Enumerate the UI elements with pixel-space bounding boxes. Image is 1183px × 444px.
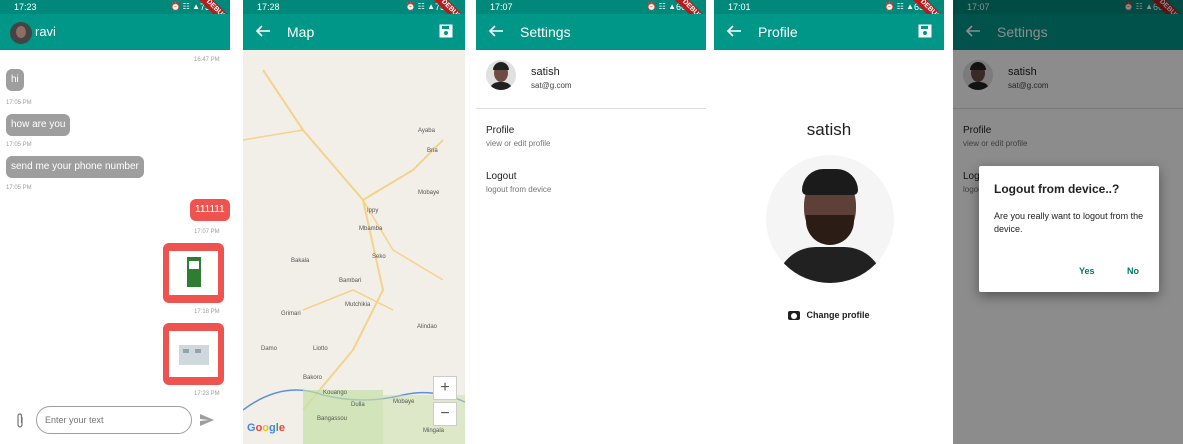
map-label: Mobaye: [393, 399, 415, 405]
profile-photo[interactable]: [766, 155, 894, 283]
status-bar: 17:28 ⏰ ☷ ▲ 75% DEBUG: [243, 0, 465, 35]
page-title: Map: [287, 24, 315, 40]
zoom-out-button[interactable]: −: [433, 402, 457, 426]
map-label: Mingala: [423, 428, 445, 434]
message-time: 17:23 PM: [194, 391, 220, 397]
message-input[interactable]: Enter your text: [36, 406, 192, 434]
signal-icons: ⏰ ☷ ▲: [405, 2, 436, 11]
image-message[interactable]: [163, 243, 224, 303]
message-time: 17:18 PM: [194, 309, 220, 315]
chat-title: ravi: [35, 24, 56, 39]
map-label: Liotto: [313, 346, 328, 352]
dialog-title: Logout from device..?: [994, 182, 1120, 196]
map-label: Mutchikia: [345, 302, 371, 308]
map-label: Bambari: [339, 278, 362, 284]
logout-dialog-screen: 17:07 ⏰ ☷ ▲ 66% DEBUG Settings satish sa…: [953, 0, 1183, 444]
back-arrow-icon[interactable]: [726, 23, 742, 39]
message-time: 17:05 PM: [6, 142, 32, 148]
save-icon[interactable]: [439, 24, 453, 38]
back-arrow-icon[interactable]: [488, 23, 504, 39]
settings-item-title: Profile: [486, 125, 515, 136]
incoming-message[interactable]: how are you: [6, 114, 71, 136]
map-label: Bakoro: [303, 375, 323, 381]
message-time: 17:05 PM: [6, 185, 32, 191]
chat-screen: 17:23 ⏰ ☷ ▲ 73% DEBUG ravi 16:47 PM hi 1…: [0, 0, 230, 444]
map-appbar: Map: [243, 14, 465, 50]
settings-item-title: Logout: [486, 171, 517, 182]
status-time: 17:23: [14, 2, 37, 12]
map-label: Bakala: [291, 258, 310, 264]
settings-item-subtitle: view or edit profile: [486, 139, 551, 148]
map-view[interactable]: Ayaba Bria Ippy Bakala Bambari Seko Grim…: [243, 50, 465, 444]
user-email: sat@g.com: [531, 81, 572, 90]
chat-appbar: ravi: [0, 14, 230, 50]
map-label: Kouango: [323, 390, 348, 396]
outgoing-message[interactable]: 111111: [190, 199, 230, 221]
map-label: Dulla: [351, 402, 365, 408]
settings-screen: 17:07 ⏰ ☷ ▲ 66% DEBUG Settings satish sa…: [476, 0, 706, 444]
status-time: 17:28: [257, 2, 280, 12]
incoming-message[interactable]: hi: [6, 69, 24, 91]
message-time: 16:47 PM: [194, 57, 220, 63]
settings-item-profile[interactable]: Profile view or edit profile: [476, 118, 706, 158]
signal-icons: ⏰ ☷ ▲: [170, 2, 201, 11]
profile-name: satish: [806, 120, 852, 139]
message-time: 17:07 PM: [194, 229, 220, 235]
status-time: 17:07: [490, 2, 513, 12]
map-label: Grimari: [281, 311, 301, 317]
user-name: satish: [531, 66, 560, 78]
map-label: Bangassou: [317, 416, 348, 422]
map-label: Damo: [261, 346, 278, 352]
status-time: 17:01: [728, 2, 751, 12]
map-label: Ippy: [367, 208, 379, 214]
send-icon[interactable]: [200, 414, 214, 426]
logout-dialog: Logout from device..? Are you really wan…: [979, 166, 1159, 292]
message-time: 17:05 PM: [6, 100, 32, 106]
change-profile-button[interactable]: Change profile: [714, 310, 944, 321]
status-bar: 17:01 ⏰ ☷ ▲ 63% DEBUG: [714, 0, 944, 35]
yes-button[interactable]: Yes: [1079, 266, 1095, 276]
image-message[interactable]: [163, 323, 224, 385]
product-image: [169, 251, 218, 295]
change-profile-label: Change profile: [806, 310, 870, 320]
status-bar: 17:07 ⏰ ☷ ▲ 66% DEBUG: [476, 0, 706, 35]
building-image: [169, 331, 218, 377]
incoming-message[interactable]: send me your phone number: [6, 156, 144, 178]
signal-icons: ⏰ ☷ ▲: [884, 2, 915, 11]
map-label: Alindao: [417, 324, 438, 330]
back-arrow-icon[interactable]: [255, 23, 271, 39]
save-icon[interactable]: [918, 24, 932, 38]
dialog-message: Are you really want to logout from the d…: [994, 211, 1144, 234]
camera-icon: [788, 311, 801, 321]
avatar: [486, 60, 516, 90]
settings-appbar: Settings: [476, 14, 706, 50]
page-title: Profile: [758, 24, 798, 40]
attach-icon[interactable]: [14, 413, 26, 429]
map-label: Ayaba: [418, 128, 435, 134]
settings-item-logout[interactable]: Logout logout from device: [476, 164, 706, 204]
avatar[interactable]: [10, 22, 32, 44]
no-button[interactable]: No: [1127, 266, 1139, 276]
profile-screen: 17:01 ⏰ ☷ ▲ 63% DEBUG Profile satish Cha…: [714, 0, 944, 444]
map-screen: 17:28 ⏰ ☷ ▲ 75% DEBUG Map Ayaba Bria Ipp…: [243, 0, 465, 444]
settings-item-subtitle: logout from device: [486, 185, 552, 194]
signal-icons: ⏰ ☷ ▲: [646, 2, 677, 11]
google-logo: Google: [247, 422, 285, 434]
map-label: Bria: [427, 148, 438, 154]
status-bar: 17:23 ⏰ ☷ ▲ 73% DEBUG: [0, 0, 230, 35]
map-roads: [243, 69, 465, 444]
map-label: Seko: [372, 254, 386, 260]
message-composer: Enter your text: [0, 403, 230, 439]
page-title: Settings: [520, 24, 571, 40]
map-label: Mbamba: [359, 226, 383, 232]
profile-appbar: Profile: [714, 14, 944, 50]
map-label: Mobaye: [418, 190, 440, 196]
user-header[interactable]: satish sat@g.com: [476, 50, 706, 109]
zoom-in-button[interactable]: +: [433, 376, 457, 400]
